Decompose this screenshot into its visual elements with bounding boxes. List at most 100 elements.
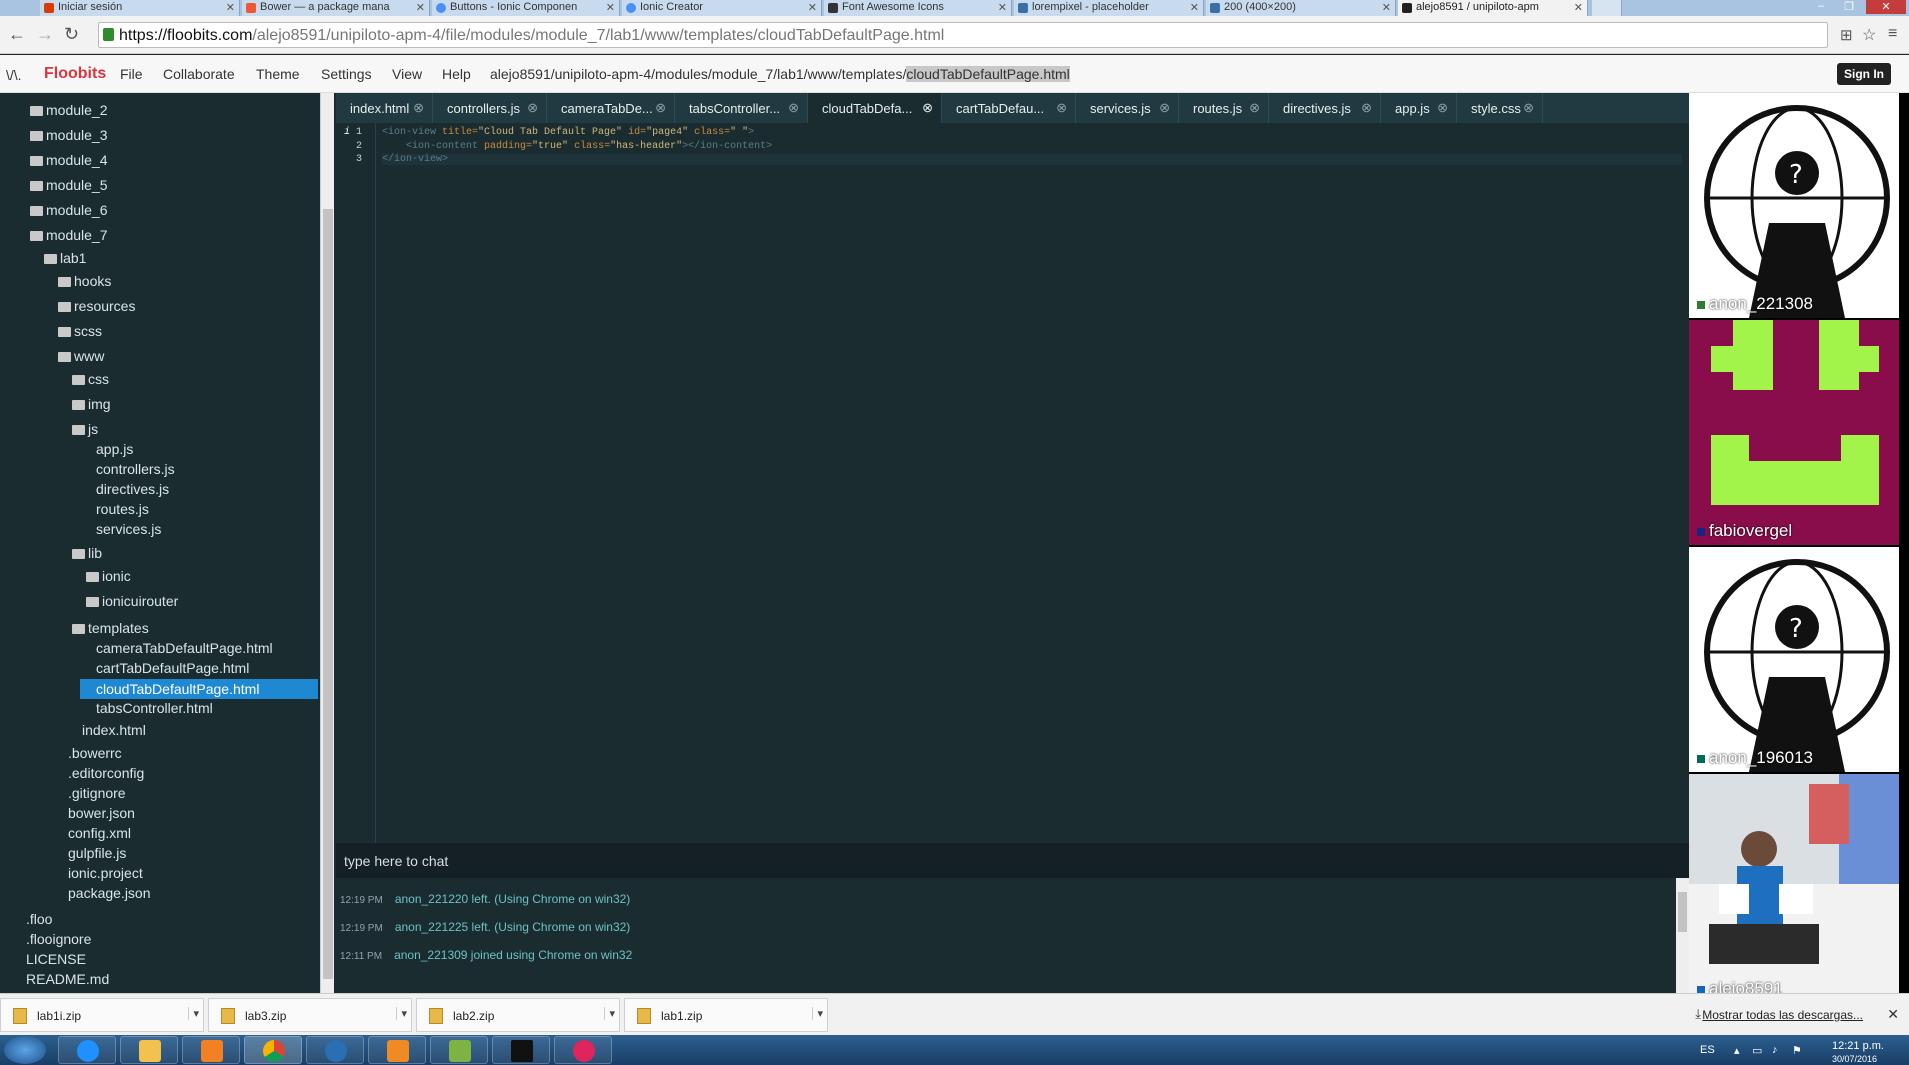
- show-all-downloads-link[interactable]: Mostrar todas las descargas...: [1702, 1008, 1863, 1022]
- tree-folder[interactable]: module_4: [30, 152, 108, 168]
- start-button[interactable]: [4, 1036, 46, 1064]
- editor-tab-active[interactable]: cloudTabDefa... ⊗: [808, 93, 942, 123]
- tree-file[interactable]: directives.js: [96, 481, 169, 497]
- menu-theme[interactable]: Theme: [256, 66, 300, 82]
- tree-file[interactable]: .editorconfig: [68, 765, 144, 781]
- sidebar-scrollbar[interactable]: [320, 93, 334, 993]
- star-icon[interactable]: ☆: [1862, 25, 1876, 45]
- back-arrow-icon[interactable]: ←: [8, 24, 26, 45]
- tree-file[interactable]: cartTabDefaultPage.html: [96, 660, 249, 676]
- editor-tab[interactable]: cartTabDefau... ⊗: [942, 93, 1076, 123]
- chat-input[interactable]: type here to chat: [336, 843, 1689, 878]
- flag-icon[interactable]: ⚑: [1792, 1044, 1802, 1057]
- menu-collaborate[interactable]: Collaborate: [163, 66, 235, 82]
- url-input[interactable]: https://floobits.com/alejo8591/unipiloto…: [98, 22, 1828, 48]
- close-icon[interactable]: ⊗: [1249, 100, 1260, 116]
- browser-tab[interactable]: Bower — a package mana ✕: [242, 0, 430, 16]
- menu-settings[interactable]: Settings: [321, 66, 372, 82]
- close-icon[interactable]: ⊗: [788, 100, 799, 116]
- tree-folder[interactable]: module_3: [30, 127, 108, 143]
- tree-file[interactable]: .gitignore: [68, 785, 126, 801]
- tree-folder[interactable]: img: [72, 396, 111, 412]
- close-icon[interactable]: ✕: [1887, 1006, 1899, 1023]
- taskbar-app-active[interactable]: [244, 1036, 302, 1064]
- tree-file[interactable]: ionic.project: [68, 865, 143, 881]
- close-window-icon[interactable]: ✕: [1866, 0, 1906, 14]
- taskbar-app[interactable]: [492, 1036, 550, 1064]
- tree-file[interactable]: routes.js: [96, 501, 149, 517]
- tree-file[interactable]: services.js: [96, 521, 161, 537]
- close-icon[interactable]: ✕: [606, 1, 615, 14]
- close-icon[interactable]: ⊗: [1056, 100, 1067, 116]
- close-icon[interactable]: ⊗: [655, 100, 666, 116]
- forward-arrow-icon[interactable]: →: [36, 24, 54, 45]
- tree-folder[interactable]: ionicuirouter: [86, 593, 178, 609]
- tree-folder-open[interactable]: templates: [72, 620, 149, 636]
- tree-folder-open[interactable]: js: [72, 421, 98, 437]
- tree-file[interactable]: package.json: [68, 885, 151, 901]
- chevron-down-icon[interactable]: ▾: [396, 1007, 407, 1020]
- editor-tab[interactable]: routes.js ⊗: [1179, 93, 1269, 123]
- tree-file[interactable]: cameraTabDefaultPage.html: [96, 640, 273, 656]
- tree-file[interactable]: index.html: [82, 722, 146, 738]
- taskbar-app[interactable]: [430, 1036, 488, 1064]
- close-icon[interactable]: ⊗: [1523, 100, 1534, 116]
- tree-file[interactable]: tabsController.html: [96, 700, 213, 716]
- editor-tab[interactable]: index.html ⊗: [336, 93, 433, 123]
- tree-file[interactable]: LICENSE: [26, 951, 86, 967]
- download-item[interactable]: lab2.zip ▾: [416, 998, 620, 1032]
- close-icon[interactable]: ⊗: [1361, 100, 1372, 116]
- close-icon[interactable]: ✕: [226, 1, 235, 14]
- tree-file[interactable]: bower.json: [68, 805, 135, 821]
- tree-file[interactable]: gulpfile.js: [68, 845, 126, 861]
- close-icon[interactable]: ✕: [1190, 1, 1199, 14]
- reload-icon[interactable]: ↻: [64, 24, 79, 45]
- browser-tab[interactable]: Iniciar sesión ✕: [40, 0, 240, 16]
- language-indicator[interactable]: ES: [1700, 1044, 1715, 1056]
- chat-scrollbar[interactable]: [1676, 878, 1689, 993]
- tree-folder[interactable]: module_6: [30, 202, 108, 218]
- scrollbar-thumb[interactable]: [323, 209, 333, 979]
- tree-folder-open[interactable]: www: [58, 348, 104, 364]
- tree-folder[interactable]: css: [72, 371, 109, 387]
- browser-tab[interactable]: Font Awesome Icons ✕: [824, 0, 1012, 16]
- taskbar-app[interactable]: [554, 1036, 612, 1064]
- tree-file[interactable]: app.js: [96, 441, 133, 457]
- close-icon[interactable]: ⊗: [527, 100, 538, 116]
- code-line[interactable]: <ion-view title="Cloud Tab Default Page"…: [382, 127, 754, 138]
- editor-tab[interactable]: services.js ⊗: [1076, 93, 1179, 123]
- tree-folder[interactable]: hooks: [58, 273, 111, 289]
- taskbar-app[interactable]: [182, 1036, 240, 1064]
- tree-folder-open[interactable]: lab1: [44, 250, 86, 266]
- close-icon[interactable]: ✕: [998, 1, 1007, 14]
- restore-icon[interactable]: ❐: [1838, 0, 1860, 14]
- clock-time[interactable]: 12:21 p.m.: [1832, 1040, 1884, 1052]
- chevron-down-icon[interactable]: ▾: [188, 1007, 199, 1020]
- chevron-up-icon[interactable]: ▴: [1734, 1044, 1740, 1057]
- tree-file-selected[interactable]: cloudTabDefaultPage.html: [80, 679, 318, 699]
- editor-tab[interactable]: style.css ⊗: [1457, 93, 1543, 123]
- close-icon[interactable]: ⊗: [413, 100, 424, 116]
- taskbar-app[interactable]: [306, 1036, 364, 1064]
- code-line[interactable]: <ion-content padding="true" class="has-h…: [382, 141, 772, 152]
- tree-folder-open[interactable]: module_7: [30, 227, 108, 243]
- user-card[interactable]: ? anon_196013: [1689, 547, 1899, 772]
- chevron-down-icon[interactable]: ▾: [812, 1007, 823, 1020]
- close-icon[interactable]: ⊗: [922, 100, 933, 116]
- editor-tab[interactable]: directives.js ⊗: [1269, 93, 1381, 123]
- user-card[interactable]: fabiovergel: [1689, 320, 1899, 545]
- tree-folder[interactable]: resources: [58, 298, 135, 314]
- taskbar-app[interactable]: [58, 1036, 116, 1064]
- close-icon[interactable]: ✕: [1574, 1, 1583, 14]
- close-icon[interactable]: ⊗: [1437, 100, 1448, 116]
- menu-icon[interactable]: ≡: [1888, 25, 1897, 43]
- tree-file[interactable]: config.xml: [68, 825, 131, 841]
- taskbar-app[interactable]: [368, 1036, 426, 1064]
- tree-folder[interactable]: module_2: [30, 102, 108, 118]
- download-item[interactable]: lab1.zip ▾: [624, 998, 828, 1032]
- download-item[interactable]: lab1i.zip ▾: [0, 998, 204, 1032]
- browser-tab[interactable]: 200 (400×200) ✕: [1206, 0, 1396, 16]
- close-icon[interactable]: ✕: [1382, 1, 1391, 14]
- editor-tab[interactable]: app.js ⊗: [1381, 93, 1457, 123]
- clock-date[interactable]: 30/07/2016: [1832, 1054, 1877, 1064]
